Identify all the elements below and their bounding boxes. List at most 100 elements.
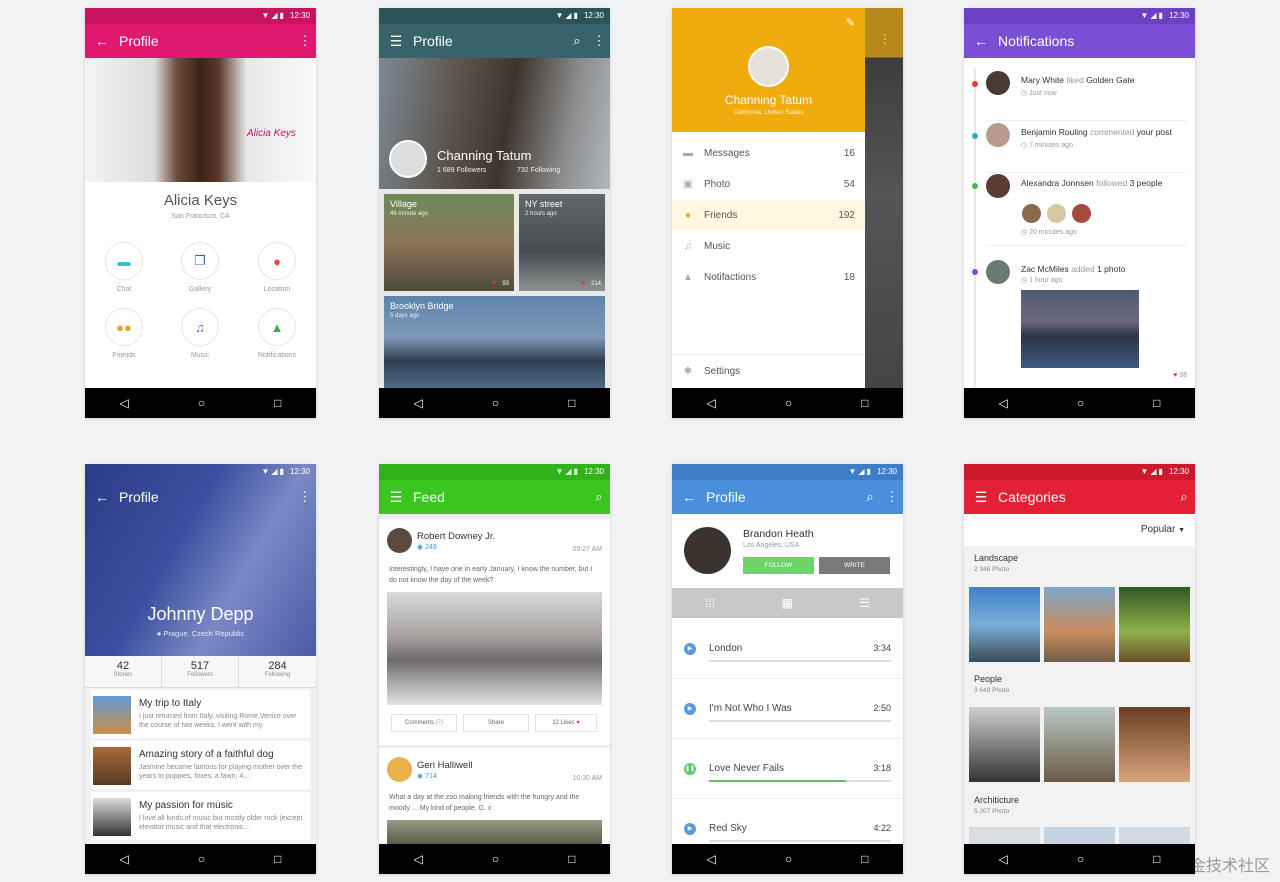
grid-item-location[interactable]: ● Location (257, 242, 297, 293)
category-photo[interactable] (1044, 587, 1115, 662)
back-nav-icon[interactable]: ◁ (999, 852, 1008, 866)
avatar[interactable] (387, 528, 412, 553)
category-title[interactable]: People (974, 674, 1002, 684)
category-title[interactable]: Architicture (974, 795, 1019, 805)
story-item[interactable]: Amazing story of a faithful dog Jasmine … (91, 741, 310, 789)
category-photo[interactable] (969, 587, 1040, 662)
post-author[interactable]: Robert Downey Jr. (417, 531, 495, 542)
drawer-item-messages[interactable]: ▬ Messages 16 (672, 138, 865, 169)
grid-item-music[interactable]: ♫ Music (180, 308, 220, 359)
post-photo[interactable] (387, 820, 602, 844)
home-nav-icon[interactable]: ○ (1077, 396, 1084, 410)
song-item[interactable]: ▶ London 3:34 (672, 621, 903, 679)
avatar[interactable] (387, 757, 412, 782)
avatar[interactable] (1047, 204, 1066, 223)
stat-followers[interactable]: 517 Followers (162, 656, 239, 688)
song-item[interactable]: ▶ I'm Not Who I Was 2:50 (672, 681, 903, 739)
back-arrow-icon[interactable]: ← (85, 489, 119, 505)
write-button[interactable]: WRITE (819, 557, 890, 574)
following-count[interactable]: 732 Following (517, 167, 560, 174)
follow-button[interactable]: FOLLOW (743, 557, 814, 574)
home-nav-icon[interactable]: ○ (198, 396, 205, 410)
play-icon[interactable]: ▶ (684, 643, 696, 655)
avatar[interactable] (1022, 204, 1041, 223)
drawer-item-photo[interactable]: ▣ Photo 54 (672, 169, 865, 200)
home-nav-icon[interactable]: ○ (492, 852, 499, 866)
more-vert-icon[interactable]: ⋮ (588, 33, 610, 49)
category-photo[interactable] (1044, 707, 1115, 782)
pause-icon[interactable]: ❚❚ (684, 763, 696, 775)
menu-icon[interactable]: ☰ (379, 489, 413, 506)
home-nav-icon[interactable]: ○ (785, 396, 792, 410)
share-button[interactable]: Share (463, 714, 529, 732)
recent-nav-icon[interactable]: □ (568, 852, 575, 866)
menu-icon[interactable]: ☰ (964, 489, 998, 506)
photo-tile-brooklyn-bridge[interactable]: Brooklyn Bridge 5 days ago (384, 296, 605, 388)
menu-icon[interactable]: ☰ (379, 33, 413, 50)
likes-button[interactable]: 12 Likes ♥ (535, 714, 597, 732)
recent-nav-icon[interactable]: □ (274, 852, 281, 866)
sort-dropdown[interactable]: Popular ▼ (1141, 524, 1185, 535)
drawer-item-notifications[interactable]: ▲ Notifactions 18 (672, 262, 865, 293)
drawer-item-music[interactable]: ♫ Music (672, 231, 865, 262)
notification-item[interactable]: Benjamin Rouling commented your post ◷ 7… (986, 123, 1187, 173)
category-photo[interactable] (969, 827, 1040, 844)
search-icon[interactable]: ⌕ (588, 489, 610, 505)
story-item[interactable]: My trip to Italy I just returned from It… (91, 690, 310, 738)
grid-view-icon[interactable]: ⁞⁞⁞ (705, 596, 715, 610)
compact-view-icon[interactable]: ▦ (781, 596, 792, 610)
more-vert-icon[interactable]: ⋮ (881, 489, 903, 505)
photo-tile-ny-street[interactable]: NY street 2 hours ago ♥ 214 (519, 194, 605, 291)
notification-item[interactable]: Zac McMiles added 1 photo ◷ 1 hour ago ♥… (986, 260, 1187, 388)
recent-nav-icon[interactable]: □ (1153, 852, 1160, 866)
category-photo[interactable] (969, 707, 1040, 782)
avatar[interactable] (1072, 204, 1091, 223)
added-photo[interactable] (1021, 290, 1139, 368)
post-photo[interactable] (387, 592, 602, 705)
back-arrow-icon[interactable]: ← (672, 489, 706, 505)
notification-item[interactable]: Alexandra Jonnsen followed 3 people ◷ 20… (986, 174, 1187, 246)
recent-nav-icon[interactable]: □ (568, 396, 575, 410)
play-icon[interactable]: ▶ (684, 823, 696, 835)
more-vert-icon[interactable]: ⋮ (294, 489, 316, 505)
stat-following[interactable]: 284 Following (239, 656, 316, 688)
comments-button[interactable]: Comments (7) (391, 714, 457, 732)
home-nav-icon[interactable]: ○ (1077, 852, 1084, 866)
recent-nav-icon[interactable]: □ (861, 852, 868, 866)
photo-tile-village[interactable]: Village 46 minute ago ♥ 93 (384, 194, 514, 291)
back-nav-icon[interactable]: ◁ (999, 396, 1008, 410)
more-vert-icon[interactable]: ⋮ (294, 33, 316, 49)
stat-stories[interactable]: 42 Stories (85, 656, 162, 688)
home-nav-icon[interactable]: ○ (198, 852, 205, 866)
post-author[interactable]: Geri Halliwell (417, 760, 472, 771)
grid-item-friends[interactable]: ●● Friends (104, 308, 144, 359)
grid-item-chat[interactable]: ▬ Chat (104, 242, 144, 293)
home-nav-icon[interactable]: ○ (785, 852, 792, 866)
recent-nav-icon[interactable]: □ (274, 396, 281, 410)
search-icon[interactable]: ⌕ (1173, 489, 1195, 505)
recent-nav-icon[interactable]: □ (1153, 396, 1160, 410)
search-icon[interactable]: ⌕ (566, 33, 588, 49)
song-item[interactable]: ❚❚ Love Never Fails 3:18 (672, 741, 903, 799)
category-photo[interactable] (1119, 827, 1190, 844)
back-arrow-icon[interactable]: ← (85, 33, 119, 49)
back-nav-icon[interactable]: ◁ (414, 852, 423, 866)
notification-item[interactable]: Mary White liked Golden Gate ◷ Just now (986, 71, 1187, 121)
followers-count[interactable]: 1 689 Followers (437, 167, 486, 174)
recent-nav-icon[interactable]: □ (861, 396, 868, 410)
back-nav-icon[interactable]: ◁ (120, 852, 129, 866)
home-nav-icon[interactable]: ○ (492, 396, 499, 410)
grid-item-gallery[interactable]: ❐ Gallery (180, 242, 220, 293)
drawer-item-settings[interactable]: ✱ Settings (672, 356, 865, 387)
back-arrow-icon[interactable]: ← (964, 33, 998, 49)
list-view-icon[interactable]: ☰ (859, 596, 870, 610)
category-photo[interactable] (1119, 707, 1190, 782)
back-nav-icon[interactable]: ◁ (707, 852, 716, 866)
category-title[interactable]: Landscape (974, 553, 1018, 563)
search-icon[interactable]: ⌕ (859, 489, 881, 505)
drawer-item-friends[interactable]: ● Friends 192 (672, 200, 865, 231)
back-nav-icon[interactable]: ◁ (120, 396, 129, 410)
back-nav-icon[interactable]: ◁ (414, 396, 423, 410)
category-photo[interactable] (1119, 587, 1190, 662)
edit-icon[interactable]: ✎ (846, 16, 855, 29)
